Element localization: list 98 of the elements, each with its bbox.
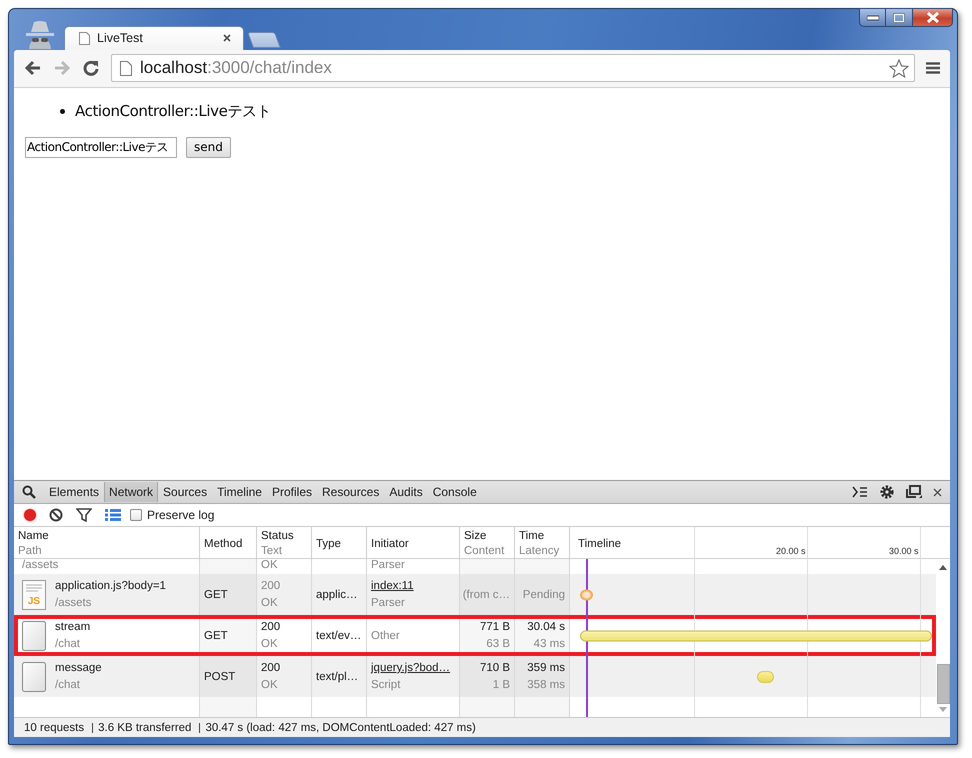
pending-marker (580, 589, 593, 600)
record-button[interactable] (24, 509, 36, 522)
request-row[interactable]: JS application.js?body=1 /assets GET 200 OK applic… index:11 Parser (from c… Pending (14, 574, 936, 616)
status-text: OK (261, 596, 279, 611)
menu-icon[interactable] (926, 62, 940, 74)
message-text: ActionController::Liveテスト (75, 102, 272, 121)
size-text: 710 B (480, 660, 510, 676)
path-text: /assets (22, 559, 58, 572)
time-text: 30.04 s (527, 620, 565, 635)
document-icon (22, 620, 46, 651)
back-icon[interactable] (24, 60, 42, 76)
path-text: /chat (55, 636, 81, 652)
column-header[interactable]: Name Path (14, 527, 200, 562)
size-text: (from c… (462, 588, 510, 601)
minimize-button[interactable] (859, 8, 886, 27)
reload-icon[interactable] (82, 59, 100, 78)
content-size: 63 B (486, 636, 510, 652)
status-text: OK (261, 559, 278, 572)
status-code: 200 (261, 660, 280, 676)
bullet-icon (60, 108, 65, 114)
status-text: OK (261, 636, 279, 652)
column-header[interactable]: Type (312, 527, 367, 562)
page-icon (79, 32, 90, 45)
tick-label: 20.00 s (776, 546, 806, 556)
type-text: text/ev… (316, 630, 362, 642)
column-header[interactable]: Method (200, 527, 257, 562)
timing-bar (757, 670, 774, 683)
url-text: localhost:3000/chat/index (140, 58, 333, 78)
list-icon[interactable] (105, 509, 121, 522)
time-text: 359 ms (527, 660, 565, 676)
address-bar[interactable]: localhost:3000/chat/index (111, 54, 915, 82)
status-text: OK (261, 678, 279, 693)
checkbox[interactable] (130, 509, 142, 522)
devtools-tab[interactable]: Timeline (212, 482, 267, 502)
status-text: 10 requests (19, 722, 94, 732)
send-button[interactable]: send (186, 136, 231, 158)
document-icon (22, 662, 46, 692)
maximize-icon (893, 12, 905, 22)
minimize-icon (866, 14, 878, 20)
checkbox-label: Preserve log (147, 508, 214, 522)
close-icon[interactable] (933, 488, 942, 497)
console-drawer-icon[interactable] (852, 486, 868, 498)
settings-icon[interactable] (879, 484, 895, 500)
status-code: 200 (261, 578, 280, 594)
script-file-icon: JS (22, 580, 46, 610)
new-tab-button[interactable] (247, 32, 281, 48)
browser-tab[interactable]: LiveTest (64, 26, 244, 50)
request-row[interactable]: message /chat POST 200 OK text/pl… jquery.js?bod… Script 710 B 1 B 359 ms 358 ms (14, 656, 936, 698)
devtools-tab[interactable]: Sources (158, 482, 212, 502)
latency-text: 358 ms (527, 678, 565, 693)
initiator-type: Parser (371, 559, 405, 572)
devtools-tab[interactable]: Elements (44, 482, 104, 502)
time-text: Pending (522, 588, 565, 601)
initiator-type: Script (371, 678, 402, 693)
initiator-type: Parser (371, 596, 406, 611)
dock-icon[interactable] (906, 485, 922, 500)
column-header[interactable]: Initiator (367, 527, 460, 562)
type-text: text/pl… (316, 670, 358, 683)
maximize-button[interactable] (886, 8, 913, 27)
devtools-tab[interactable]: Resources (317, 482, 384, 502)
type-text: applic… (316, 588, 358, 601)
status-text: 30.47 s (load: 427 ms, DOMContentLoaded: 427 ms) (204, 722, 477, 732)
filter-icon[interactable] (76, 508, 92, 522)
devtools-tab[interactable]: Audits (384, 482, 428, 502)
clear-icon[interactable] (49, 508, 63, 522)
search-icon[interactable] (22, 485, 36, 500)
message-input[interactable]: ActionController::Liveテス (25, 136, 177, 158)
method-text: GET (204, 630, 228, 642)
scrollbar-thumb[interactable] (936, 664, 950, 704)
column-header[interactable]: Size Content (460, 527, 515, 562)
request-row[interactable]: /assets OK Parser (14, 559, 936, 574)
tick-label: 30.00 s (889, 546, 919, 556)
scroll-up-icon[interactable] (939, 565, 947, 570)
star-icon[interactable] (889, 58, 909, 78)
column-header[interactable]: Status Text (257, 527, 312, 562)
status-text: 3.6 KB transferred (93, 722, 200, 732)
page-icon (120, 60, 132, 76)
latency-text: 43 ms (534, 636, 565, 652)
method-text: GET (204, 588, 228, 601)
close-icon (926, 12, 940, 23)
size-text: 771 B (480, 620, 510, 635)
devtools-tab[interactable]: Network (104, 482, 158, 502)
close-button[interactable] (913, 8, 953, 27)
content-size: 1 B (492, 678, 510, 693)
initiator-text: Other (371, 630, 400, 642)
initiator-link[interactable]: index:11 (371, 578, 414, 595)
file-name: stream (55, 620, 90, 635)
close-icon[interactable] (223, 34, 231, 42)
path-text: /chat (55, 678, 81, 693)
file-name: application.js?body=1 (55, 578, 166, 594)
file-name: message (55, 660, 102, 676)
path-text: /assets (55, 596, 92, 611)
method-text: POST (204, 670, 236, 683)
initiator-link[interactable]: jquery.js?bod… (371, 660, 450, 677)
request-row[interactable]: stream /chat GET 200 OK text/ev… Other 771 B 63 B 30.04 s 43 ms (14, 615, 936, 656)
devtools-tab[interactable]: Console (428, 482, 482, 502)
status-code: 200 (261, 620, 280, 635)
devtools-tab[interactable]: Profiles (266, 482, 317, 502)
